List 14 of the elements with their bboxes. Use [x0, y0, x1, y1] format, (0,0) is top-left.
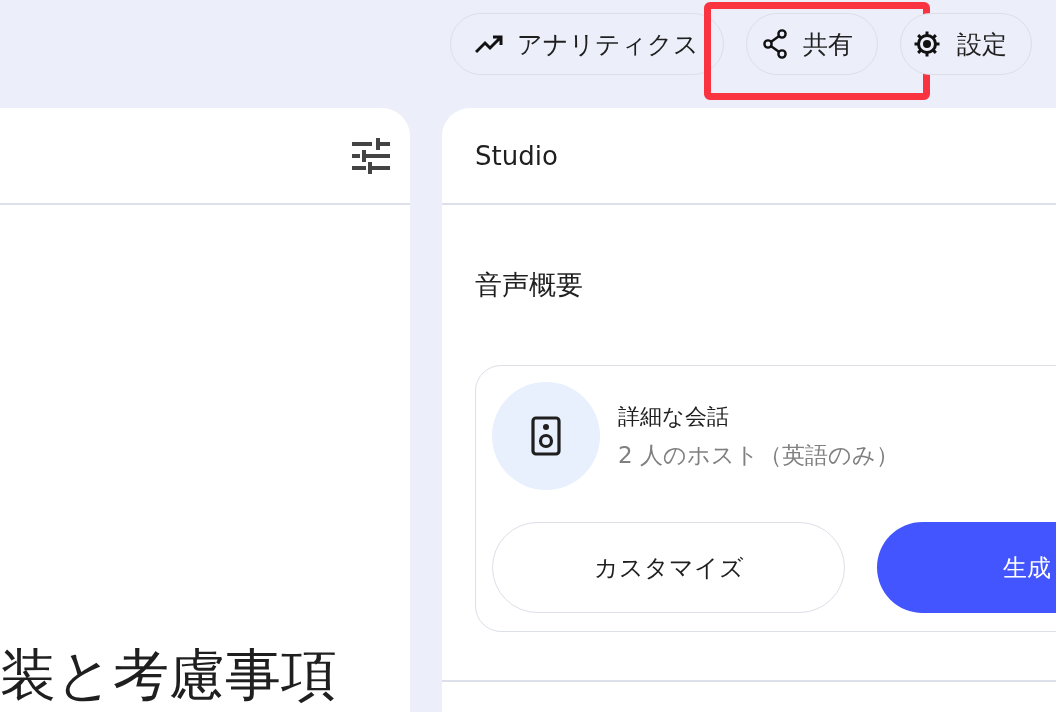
share-button[interactable]: 共有: [746, 13, 878, 75]
card-title: 詳細な会話: [618, 402, 730, 431]
trend-icon: [475, 34, 503, 54]
section-title: 音声概要: [475, 269, 583, 300]
generate-button[interactable]: 生成: [877, 522, 1056, 613]
customize-button[interactable]: カスタマイズ: [492, 522, 845, 613]
speaker-icon: [531, 416, 561, 456]
panel-title: Studio: [475, 140, 558, 171]
settings-button[interactable]: 設定: [900, 13, 1032, 75]
section-heading: 装と考慮事項: [0, 640, 337, 708]
tune-icon[interactable]: [352, 137, 390, 174]
card-subtitle: 2 人のホスト（英語のみ）: [618, 440, 899, 470]
analytics-button[interactable]: アナリティクス: [450, 13, 724, 75]
share-icon: [761, 28, 789, 60]
